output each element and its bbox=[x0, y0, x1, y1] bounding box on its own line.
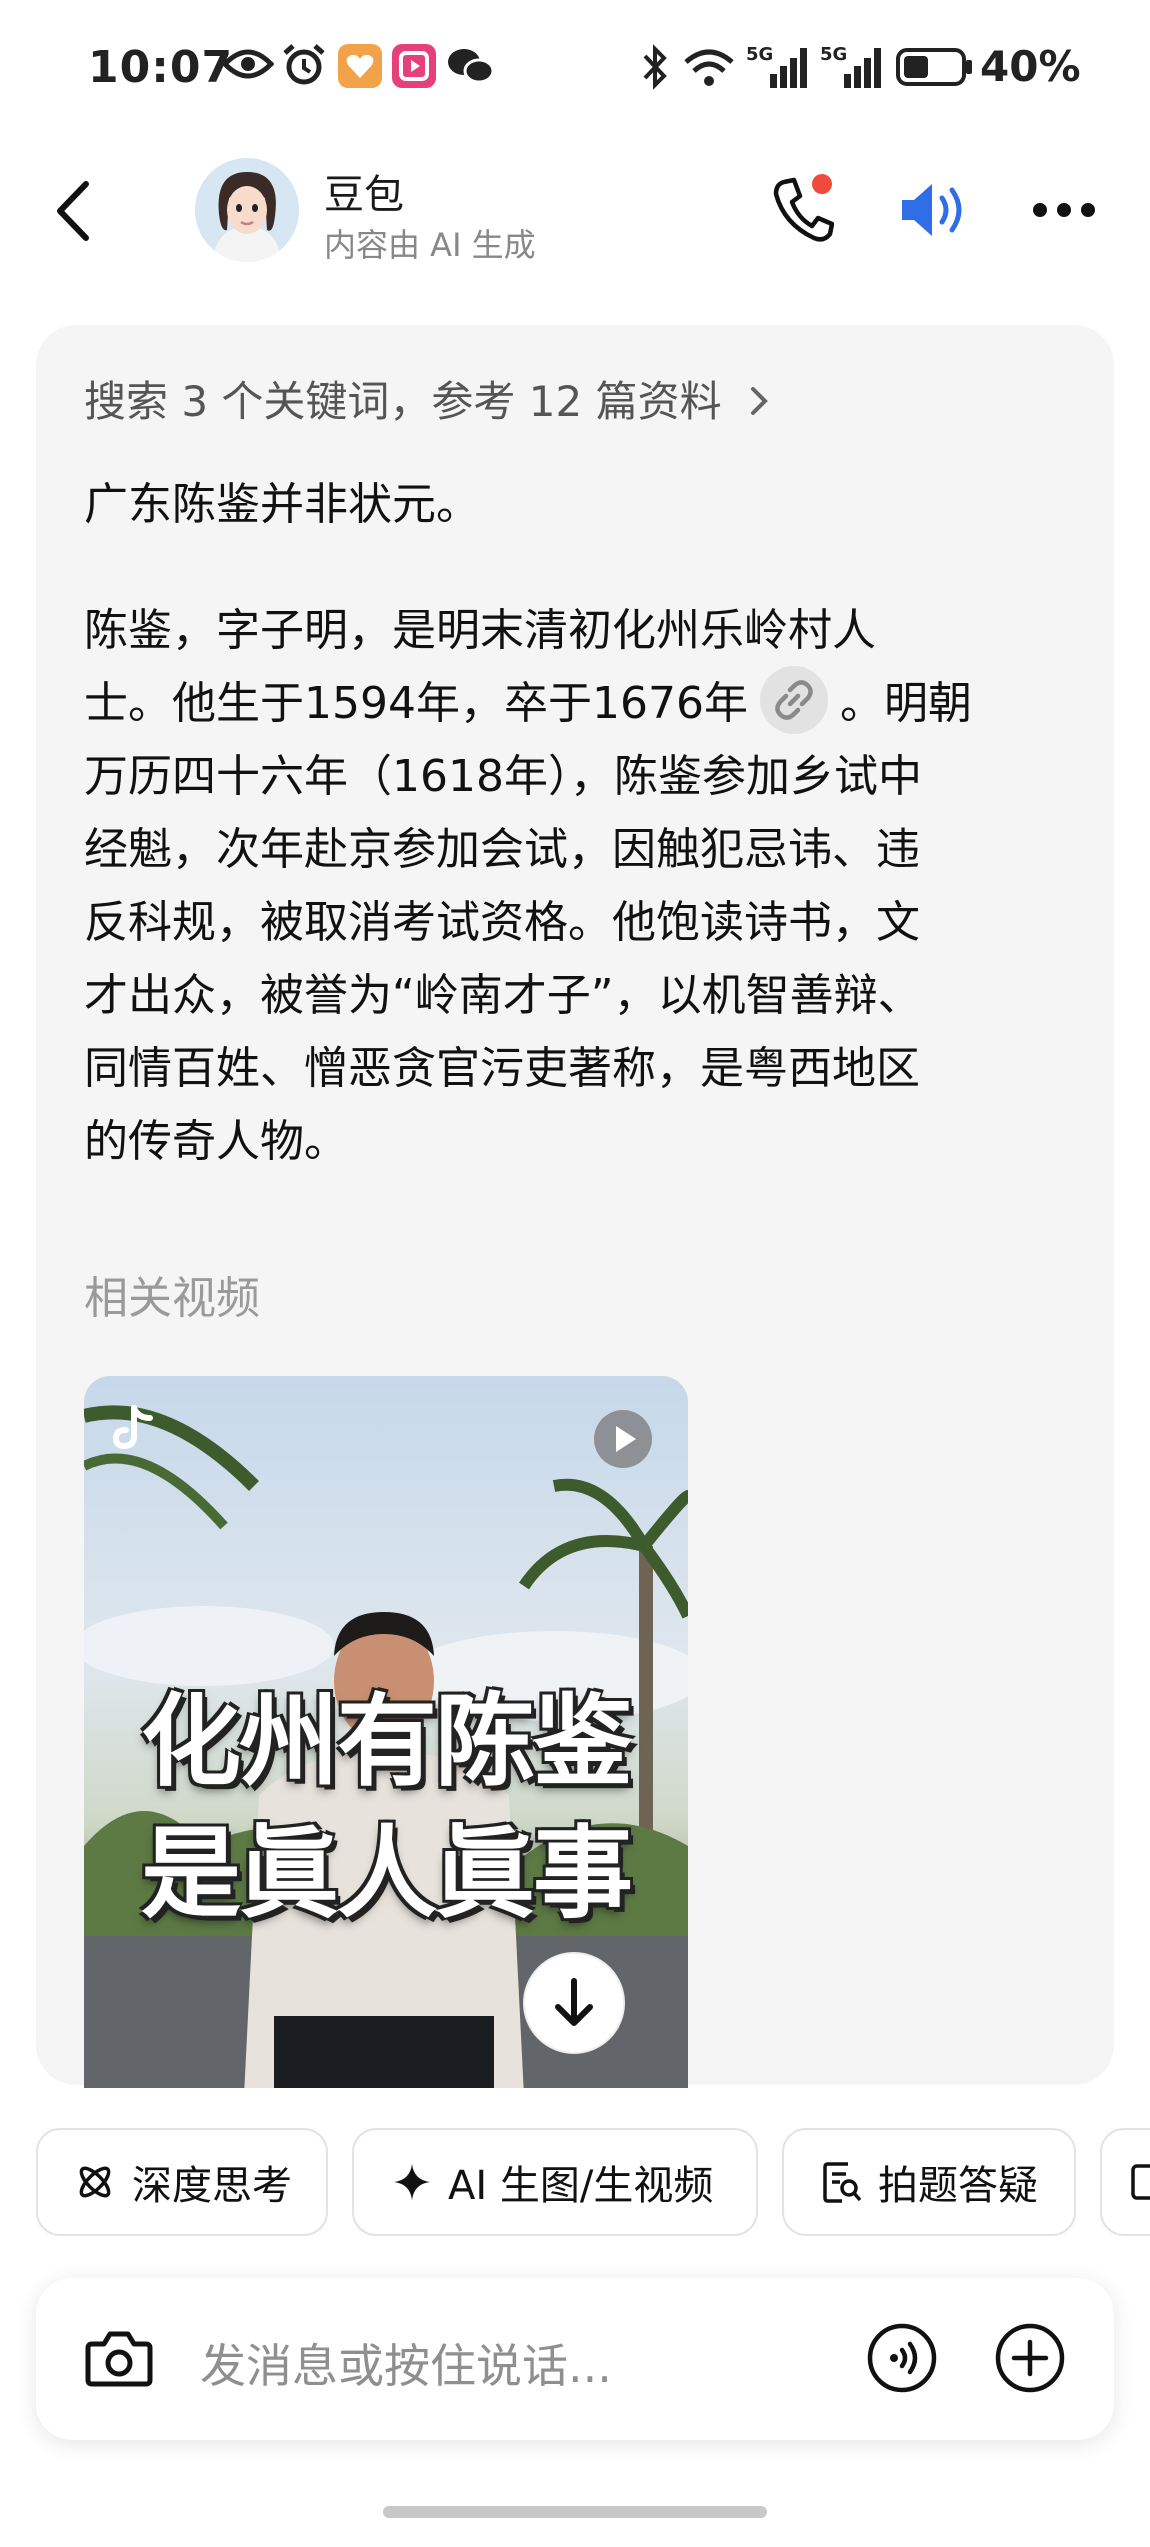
battery-percent: 40% bbox=[980, 42, 1081, 91]
video-caption: 化州有陈鉴 是眞人眞事 bbox=[84, 1676, 688, 1940]
chip-ai-image-video[interactable]: AI 生图/生视频 bbox=[352, 2128, 758, 2236]
answer-line: 士。他生于1594年，卒于1676年 bbox=[84, 678, 748, 729]
chip-deep-thinking[interactable]: 深度思考 bbox=[36, 2128, 328, 2236]
citation-link[interactable] bbox=[759, 666, 828, 734]
status-time: 10:07 bbox=[88, 42, 234, 93]
chip-label: 拍题答疑 bbox=[878, 2163, 1038, 2209]
answer-line: 。明朝 bbox=[839, 678, 972, 729]
answer-line: 经魁，次年赴京参加会试，因触犯忌讳、违 bbox=[84, 824, 920, 875]
video-caption-line: 化州有陈鉴 bbox=[141, 1683, 633, 1800]
back-arrow-icon[interactable] bbox=[50, 178, 96, 244]
answer-line: 同情百姓、憎恶贪官污吏著称，是粤西地区 bbox=[84, 1043, 920, 1094]
svg-text:5G: 5G bbox=[746, 44, 773, 65]
answer-line: 才出众，被誉为“岭南才子”，以机智善辩、 bbox=[84, 970, 922, 1021]
play-icon[interactable] bbox=[592, 1408, 654, 1470]
chat-header bbox=[0, 150, 1150, 280]
bot-name: 豆包 bbox=[324, 172, 404, 218]
answer-line: 反科规，被取消考试资格。他饱读诗书，文 bbox=[84, 897, 920, 948]
status-bar: 10:07 5G 5G 40% bbox=[0, 0, 1150, 140]
sparkle-icon bbox=[394, 2164, 430, 2200]
phone-icon[interactable] bbox=[770, 174, 834, 244]
photo-search-icon bbox=[823, 2162, 862, 2203]
answer-line: 万历四十六年（1618年），陈鉴参加乡试中 bbox=[84, 751, 922, 802]
home-indicator[interactable] bbox=[383, 2506, 767, 2518]
battery-icon bbox=[896, 48, 972, 86]
scroll-down-button[interactable] bbox=[522, 1951, 626, 2055]
speaker-icon[interactable] bbox=[898, 180, 968, 240]
search-summary-link[interactable]: 搜索 3 个关键词，参考 12 篇资料 bbox=[84, 368, 773, 429]
chip-label: 深度思考 bbox=[132, 2163, 292, 2209]
video-caption-line: 是眞人眞事 bbox=[141, 1815, 633, 1932]
chip-label: AI 生图/生视频 bbox=[448, 2163, 714, 2209]
avatar[interactable] bbox=[195, 158, 299, 262]
answer-lead: 广东陈鉴并非状元。 bbox=[84, 479, 480, 530]
svg-text:5G: 5G bbox=[820, 44, 847, 65]
bot-subtitle: 内容由 AI 生成 bbox=[324, 226, 536, 264]
camera-icon[interactable] bbox=[84, 2322, 154, 2392]
signal-5g-icon: 5G bbox=[820, 44, 881, 88]
chip-partial-icon bbox=[1131, 2164, 1150, 2200]
atom-icon bbox=[79, 2166, 111, 2198]
app-video-icon bbox=[392, 44, 436, 88]
app-heart-icon bbox=[338, 44, 382, 88]
related-videos-title: 相关视频 bbox=[84, 1273, 260, 1324]
answer-line: 的传奇人物。 bbox=[84, 1116, 348, 1167]
douyin-logo-icon bbox=[112, 1405, 153, 1450]
chevron-right-icon bbox=[750, 386, 768, 415]
bluetooth-icon bbox=[643, 44, 667, 90]
voice-call-icon[interactable] bbox=[866, 2322, 938, 2394]
link-icon bbox=[775, 680, 813, 720]
alarm-icon bbox=[283, 44, 325, 85]
answer-line-with-citation: 士。他生于1594年，卒于1676年 。明朝 bbox=[84, 666, 1074, 740]
signal-5g-icon: 5G bbox=[746, 44, 807, 88]
more-icon[interactable] bbox=[1032, 202, 1096, 218]
wifi-icon bbox=[684, 49, 734, 86]
plus-icon[interactable] bbox=[994, 2322, 1066, 2394]
chip-photo-question[interactable]: 拍题答疑 bbox=[782, 2128, 1076, 2236]
chip-more[interactable] bbox=[1100, 2128, 1150, 2236]
search-summary-text: 搜索 3 个关键词，参考 12 篇资料 bbox=[84, 377, 722, 426]
answer-line: 陈鉴，字子明，是明末清初化州乐岭村人 bbox=[84, 605, 876, 656]
eye-icon bbox=[222, 49, 274, 79]
avatar-image bbox=[195, 158, 299, 262]
call-badge bbox=[812, 174, 832, 194]
answer-body: 陈鉴，字子明，是明末清初化州乐岭村人 士。他生于1594年，卒于1676年 。明朝… bbox=[84, 594, 1074, 1178]
wechat-icon bbox=[448, 49, 494, 84]
message-input[interactable]: 发消息或按住说话... bbox=[200, 2330, 612, 2396]
